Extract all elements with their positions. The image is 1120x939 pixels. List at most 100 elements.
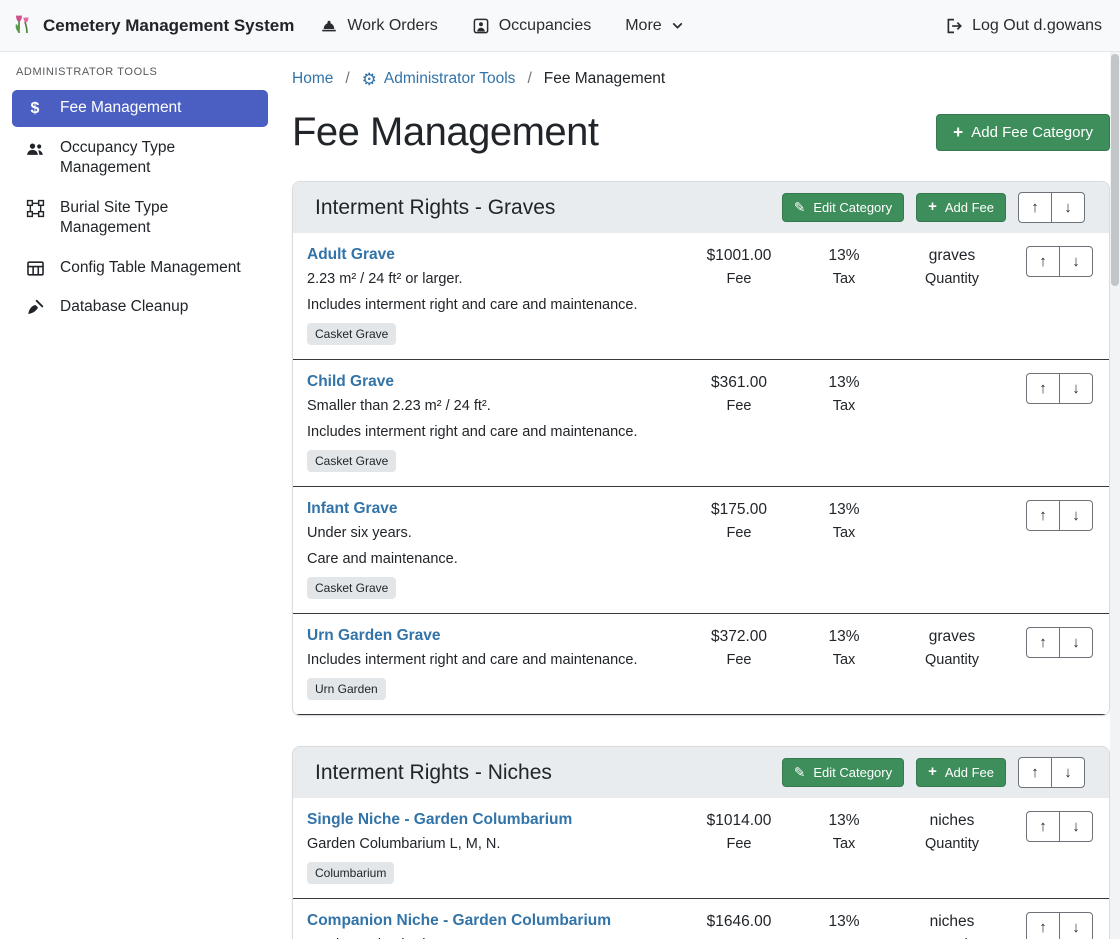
fee-reorder-group: ↑ ↓ (1026, 500, 1093, 531)
fee-description: Garden Columbarium L, M, N. (307, 836, 674, 852)
fee-category-card: Interment Rights - Niches ✎ Edit Categor… (292, 746, 1110, 939)
move-category-down-button[interactable]: ↓ (1051, 757, 1085, 788)
fee-description: Smaller than 2.23 m² / 24 ft². (307, 398, 674, 414)
flower-logo-icon (12, 12, 34, 39)
nav-occupancies[interactable]: Occupancies (472, 17, 592, 35)
fee-name-link[interactable]: Urn Garden Grave (307, 627, 441, 645)
fee-name-link[interactable]: Child Grave (307, 373, 394, 391)
sidebar-item-occupancy-type-management[interactable]: Occupancy Type Management (12, 130, 268, 187)
sidebar: Administrator Tools $ Fee Management Occ… (0, 52, 280, 939)
fee-amount-col: $361.00 Fee (684, 373, 794, 414)
page-layout: Administrator Tools $ Fee Management Occ… (0, 52, 1120, 939)
category-actions: ✎ Edit Category + Add Fee ↑ ↓ (782, 192, 1085, 223)
plus-icon: + (928, 200, 937, 215)
edit-category-button[interactable]: ✎ Edit Category (782, 758, 904, 787)
nav-work-orders-label: Work Orders (347, 17, 437, 35)
fee-tax-col: 13% Tax (794, 912, 894, 939)
fee-name-link[interactable]: Single Niche - Garden Columbarium (307, 811, 572, 829)
move-fee-down-button[interactable]: ↓ (1059, 811, 1093, 842)
fee-row: Single Niche - Garden Columbarium Garden… (293, 798, 1109, 899)
fee-descriptions: Garden Columbarium L, M, N. (307, 836, 674, 852)
move-fee-up-button[interactable]: ↑ (1026, 627, 1060, 658)
fee-name-link[interactable]: Infant Grave (307, 500, 397, 518)
categories-container: Interment Rights - Graves ✎ Edit Categor… (292, 181, 1110, 939)
fee-reorder-group: ↑ ↓ (1026, 811, 1093, 842)
edit-category-label: Edit Category (813, 765, 892, 780)
breadcrumb: Home / ⚙ Administrator Tools / Fee Manag… (292, 70, 1110, 88)
fee-type-badge: Casket Grave (307, 577, 396, 599)
fee-amount-col: $1646.00 Fee (684, 912, 794, 939)
move-fee-up-button[interactable]: ↑ (1026, 912, 1060, 939)
scrollbar-track[interactable] (1110, 52, 1120, 939)
quantity-unit: graves (894, 628, 1010, 646)
category-reorder-group: ↑ ↓ (1018, 192, 1085, 223)
fee-label: Fee (684, 836, 794, 852)
fee-description: Includes interment right and care and ma… (307, 424, 674, 440)
logout-link[interactable]: Log Out d.gowans (945, 17, 1102, 35)
fee-amount: $1014.00 (684, 812, 794, 830)
tax-label: Tax (794, 652, 894, 668)
navbar-menu: Work Orders Occupancies More (320, 17, 683, 35)
nav-more[interactable]: More (625, 17, 683, 35)
scrollbar-thumb[interactable] (1111, 54, 1119, 286)
move-fee-down-button[interactable]: ↓ (1059, 500, 1093, 531)
arrow-up-icon: ↑ (1039, 380, 1047, 397)
fee-descriptions: 2.23 m² / 24 ft² or larger.Includes inte… (307, 271, 674, 313)
edit-category-button[interactable]: ✎ Edit Category (782, 193, 904, 222)
plus-icon: + (953, 124, 963, 141)
breadcrumb-home[interactable]: Home (292, 70, 333, 88)
move-fee-down-button[interactable]: ↓ (1059, 912, 1093, 939)
move-fee-up-button[interactable]: ↑ (1026, 373, 1060, 404)
sidebar-item-config-table-management[interactable]: Config Table Management (12, 250, 268, 286)
add-fee-button[interactable]: + Add Fee (916, 758, 1006, 787)
add-fee-category-button[interactable]: + Add Fee Category (936, 114, 1110, 151)
arrow-up-icon: ↑ (1039, 919, 1047, 936)
sidebar-item-database-cleanup[interactable]: Database Cleanup (12, 289, 268, 325)
fee-type-badge: Urn Garden (307, 678, 386, 700)
sidebar-item-label: Fee Management (60, 98, 182, 118)
fee-quantity-col: graves Quantity (894, 246, 1010, 287)
move-fee-up-button[interactable]: ↑ (1026, 246, 1060, 277)
fee-description: Includes interment right and care and ma… (307, 652, 674, 668)
page-header: Fee Management + Add Fee Category (292, 110, 1110, 155)
arrow-down-icon: ↓ (1072, 507, 1080, 524)
breadcrumb-separator: / (345, 70, 349, 88)
fee-quantity-col: Quantity (894, 373, 1010, 396)
fee-label: Fee (684, 271, 794, 287)
brand-link[interactable]: Cemetery Management System (12, 12, 294, 39)
arrow-down-icon: ↓ (1072, 818, 1080, 835)
fee-amount-col: $1001.00 Fee (684, 246, 794, 287)
quantity-unit: niches (894, 812, 1010, 830)
move-category-up-button[interactable]: ↑ (1018, 757, 1052, 788)
sidebar-item-burial-site-type-management[interactable]: Burial Site Type Management (12, 190, 268, 247)
move-fee-down-button[interactable]: ↓ (1059, 246, 1093, 277)
fee-reorder-group: ↑ ↓ (1026, 373, 1093, 404)
category-title: Interment Rights - Niches (315, 761, 552, 785)
move-fee-down-button[interactable]: ↓ (1059, 373, 1093, 404)
fee-main: Urn Garden Grave Includes interment righ… (307, 627, 684, 700)
breadcrumb-admin-tools[interactable]: ⚙ Administrator Tools (362, 70, 516, 88)
move-category-up-button[interactable]: ↑ (1018, 192, 1052, 223)
fee-amount-col: $1014.00 Fee (684, 811, 794, 852)
fee-name-link[interactable]: Adult Grave (307, 246, 395, 264)
fee-main: Companion Niche - Garden Columbarium Gar… (307, 912, 684, 939)
nav-work-orders[interactable]: Work Orders (320, 17, 437, 35)
arrow-down-icon: ↓ (1072, 253, 1080, 270)
fee-name-link[interactable]: Companion Niche - Garden Columbarium (307, 912, 611, 930)
quantity-label: Quantity (894, 271, 1010, 287)
move-fee-up-button[interactable]: ↑ (1026, 811, 1060, 842)
arrow-up-icon: ↑ (1039, 253, 1047, 270)
fee-type-badge: Casket Grave (307, 450, 396, 472)
move-fee-up-button[interactable]: ↑ (1026, 500, 1060, 531)
fee-amount: $1646.00 (684, 913, 794, 931)
arrow-down-icon: ↓ (1072, 634, 1080, 651)
users-icon (24, 139, 46, 159)
brand-title: Cemetery Management System (43, 16, 294, 36)
nav-more-label: More (625, 17, 661, 35)
fee-amount: $361.00 (684, 374, 794, 392)
add-fee-button[interactable]: + Add Fee (916, 193, 1006, 222)
move-category-down-button[interactable]: ↓ (1051, 192, 1085, 223)
fee-amount: $1001.00 (684, 247, 794, 265)
move-fee-down-button[interactable]: ↓ (1059, 627, 1093, 658)
sidebar-item-fee-management[interactable]: $ Fee Management (12, 90, 268, 127)
